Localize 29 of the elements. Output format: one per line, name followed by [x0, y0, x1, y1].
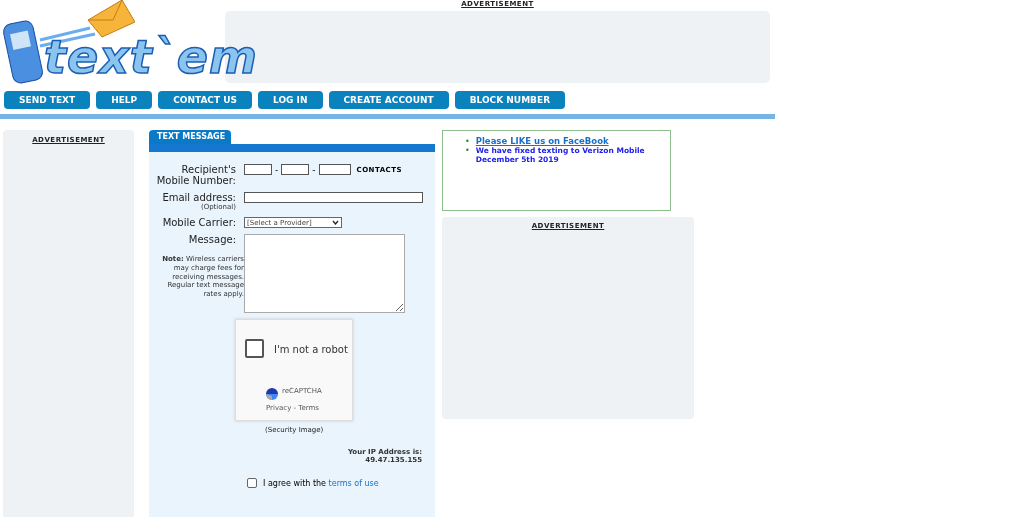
dash-text: -	[275, 164, 279, 175]
nav-button[interactable]: BLOCK NUMBER	[454, 91, 566, 109]
nav-button[interactable]: LOG IN	[258, 91, 323, 109]
captcha-checkbox[interactable]	[245, 339, 264, 358]
bullet: •	[465, 137, 470, 146]
dash-text: -	[312, 164, 316, 175]
phone-field[interactable]	[318, 164, 351, 175]
form-tab[interactable]: TEXT MESSAGE	[149, 130, 231, 144]
bullet: •	[465, 146, 470, 155]
terms-link[interactable]: terms of use	[328, 478, 379, 488]
field-label: Mobile Carrier:	[162, 217, 236, 228]
nav-button[interactable]: HELP	[96, 91, 153, 109]
field-label: Recipient's Mobile Number:	[155, 164, 236, 186]
agree-text: I agree with the terms of use	[263, 478, 379, 488]
nav-button[interactable]: CONTACT US	[158, 91, 253, 109]
email-field[interactable]	[244, 192, 423, 203]
chevron-icon	[332, 220, 339, 225]
nav-button[interactable]: CREATE ACCOUNT	[328, 91, 449, 109]
phone-field[interactable]	[281, 164, 310, 175]
message-field[interactable]	[244, 234, 405, 313]
agree-checkbox[interactable]	[247, 478, 257, 488]
captcha-label: I'm not a robot	[274, 344, 348, 355]
recaptcha-icon	[264, 386, 280, 402]
field-label: Email address:	[162, 192, 236, 203]
logo-text: text`em	[44, 30, 258, 84]
phone-field[interactable]	[244, 164, 272, 175]
field-label: Message:	[188, 234, 236, 245]
nav-button[interactable]: SEND TEXT	[4, 91, 91, 109]
news-link[interactable]: Please LIKE us on FaceBook	[475, 136, 609, 146]
